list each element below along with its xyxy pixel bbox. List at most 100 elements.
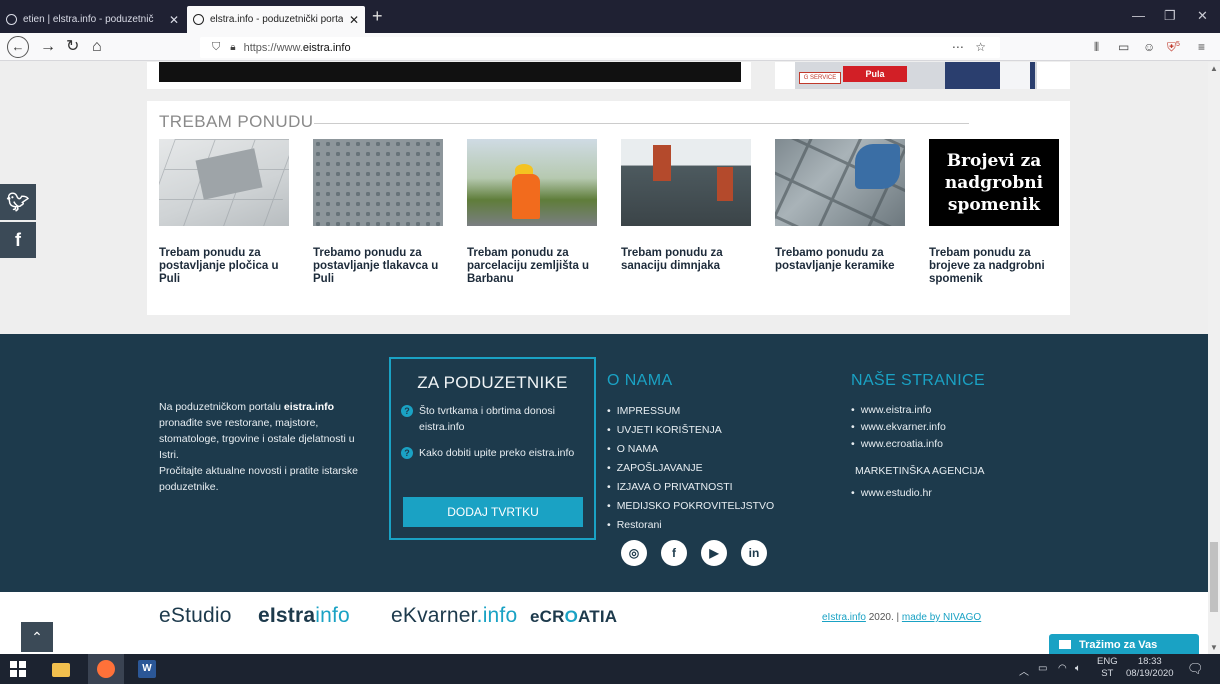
twitter-share-button[interactable]: 🐦︎	[0, 184, 36, 220]
footer-link[interactable]: O NAMA	[607, 440, 827, 459]
surveyor-photo[interactable]	[467, 139, 597, 226]
menu-icon[interactable]: ≡	[1198, 40, 1205, 54]
footer-link[interactable]: UVJETI KORIŠTENJA	[607, 421, 827, 440]
language-indicator[interactable]: ENG ST	[1097, 656, 1118, 680]
za-poduzetnike-box: ZA PODUZETNIKE ? Što tvrtkama i obrtima d…	[389, 357, 596, 540]
footer-link[interactable]: Restorani	[607, 516, 827, 535]
made-by-link[interactable]: made by NIVAGO	[902, 612, 981, 623]
offer-caption[interactable]: Trebamo ponudu za postavljanje keramike	[775, 247, 915, 273]
offer-card[interactable]: Trebam ponudu za sanaciju dimnjaka	[621, 139, 761, 273]
footer-link[interactable]: ZAPOŠLJAVANJE	[607, 459, 827, 478]
ad-card: G SERVICE Pula	[775, 62, 1070, 89]
close-window-icon[interactable]: ✕	[1197, 8, 1208, 24]
ecroatia-logo[interactable]: eCROATIA	[530, 607, 617, 627]
pavers-photo[interactable]	[313, 139, 443, 226]
youtube-icon[interactable]: ▶	[701, 540, 727, 566]
footer-link[interactable]: IZJAVA O PRIVATNOSTI	[607, 478, 827, 497]
linkedin-icon[interactable]: in	[741, 540, 767, 566]
browser-tab[interactable]: etien | elstra.info - poduzetnič ✕	[0, 6, 185, 33]
offer-caption[interactable]: Trebam ponudu za postavljanje pločica u …	[159, 247, 299, 286]
home-button[interactable]: ⌂	[92, 36, 102, 58]
estudio-logo[interactable]: eStudio	[159, 604, 232, 628]
battery-icon[interactable]: ▭	[1038, 663, 1047, 674]
footer-about-links: O NAMA IMPRESSUM UVJETI KORIŠTENJA O NAM…	[607, 372, 827, 535]
page-viewport: G SERVICE Pula 🐦︎ f TREBAM PONUDU Trebam…	[0, 62, 1208, 654]
sidebar-icon[interactable]: ▭	[1118, 40, 1129, 54]
scroll-up-arrow[interactable]: ▲	[1210, 64, 1218, 73]
tracking-shield-icon[interactable]: ⛉	[212, 41, 220, 54]
ad-banner[interactable]: G SERVICE Pula	[795, 62, 1037, 89]
file-explorer-icon[interactable]	[52, 663, 70, 677]
offer-caption[interactable]: Trebam ponudu za brojeve za nadgrobni sp…	[929, 247, 1069, 286]
page-scrollbar[interactable]: ▲ ▼	[1208, 62, 1220, 654]
eistra-logo[interactable]: eIstrainfo	[258, 604, 350, 628]
back-button[interactable]: ←	[7, 36, 29, 58]
offer-card[interactable]: Trebamo ponudu za postavljanje keramike	[775, 139, 915, 273]
scrollbar-thumb[interactable]	[1210, 542, 1218, 612]
ceramic-photo[interactable]	[775, 139, 905, 226]
footer-link[interactable]: www.eistra.info	[851, 402, 1071, 419]
footer-sites-links: NAŠE STRANICE www.eistra.info www.ekvarn…	[851, 372, 1071, 502]
offer-card[interactable]: Brojevi za nadgrobni spomenik Trebam pon…	[929, 139, 1069, 286]
browser-tab-strip: etien | elstra.info - poduzetnič ✕ elstr…	[0, 0, 1220, 33]
browser-tab-active[interactable]: elstra.info - poduzetnički porta ✕	[187, 6, 365, 33]
url-text[interactable]: https://www.eistra.info	[244, 42, 351, 54]
site-footer: Na poduzetničkom portalu eistra.info pro…	[0, 334, 1208, 592]
ekvarner-logo[interactable]: eKvarner.info	[391, 604, 517, 628]
offer-caption[interactable]: Trebamo ponudu za postavljanje tlakavca …	[313, 247, 453, 286]
footer-link[interactable]: www.ecroatia.info	[851, 436, 1071, 453]
tombstone-numbers-image[interactable]: Brojevi za nadgrobni spomenik	[929, 139, 1059, 226]
offer-card[interactable]: Trebam ponudu za parcelaciju zemljišta u…	[467, 139, 607, 286]
agency-title: MARKETINŠKA AGENCIJA	[855, 465, 985, 477]
facebook-icon[interactable]: f	[661, 540, 687, 566]
ublock-icon[interactable]: ⛨5	[1167, 40, 1180, 55]
footer-link[interactable]: IMPRESSUM	[607, 402, 827, 421]
offer-card[interactable]: Trebam ponudu za postavljanje pločica u …	[159, 139, 299, 286]
restore-window-icon[interactable]: ❐	[1164, 8, 1176, 24]
chimney-photo[interactable]	[621, 139, 751, 226]
notifications-icon[interactable]: 🗨︎	[1187, 661, 1204, 677]
facebook-icon: f	[15, 230, 21, 250]
faq-link[interactable]: ? Što tvrtkama i obrtima donosi eistra.in…	[401, 403, 594, 435]
video-frame[interactable]	[159, 62, 741, 82]
close-tab-icon[interactable]: ✕	[169, 13, 179, 27]
add-company-button[interactable]: DODAJ TVRTKU	[403, 497, 583, 527]
facebook-share-button[interactable]: f	[0, 222, 36, 258]
lock-icon[interactable]: 🔒︎	[230, 42, 235, 53]
social-links: ◎ f ▶ in	[621, 540, 767, 566]
wifi-icon[interactable]: ◠	[1058, 663, 1067, 674]
trazimo-za-vas-button[interactable]: Tražimo za Vas	[1049, 634, 1199, 654]
footer-link[interactable]: www.estudio.hr	[851, 485, 1071, 502]
reload-button[interactable]: ↻	[66, 36, 79, 58]
offer-caption[interactable]: Trebam ponudu za parcelaciju zemljišta u…	[467, 247, 607, 286]
close-tab-icon[interactable]: ✕	[349, 13, 359, 27]
za-poduzetnike-title: ZA PODUZETNIKE	[417, 373, 568, 392]
footer-link[interactable]: MEDIJSKO POKROVITELJSTVO	[607, 497, 827, 516]
system-clock[interactable]: 18:33 08/19/2020	[1126, 656, 1174, 680]
tiles-photo[interactable]	[159, 139, 289, 226]
firefox-icon[interactable]	[97, 660, 115, 678]
minimize-window-icon[interactable]: —	[1132, 8, 1145, 23]
account-icon[interactable]: ☺	[1143, 40, 1155, 54]
offer-caption[interactable]: Trebam ponudu za sanaciju dimnjaka	[621, 247, 761, 273]
new-tab-button[interactable]: +	[372, 6, 383, 26]
offer-card[interactable]: Trebamo ponudu za postavljanje tlakavca …	[313, 139, 453, 286]
word-icon[interactable]: W	[138, 660, 156, 678]
copyright-link[interactable]: eIstra.info	[822, 612, 866, 623]
forward-button[interactable]: →	[40, 36, 56, 58]
library-icon[interactable]: ⫴	[1094, 40, 1099, 55]
copyright: eIstra.info 2020. | made by NIVAGO	[822, 612, 982, 623]
instagram-icon[interactable]: ◎	[621, 540, 647, 566]
footer-link[interactable]: www.ekvarner.info	[851, 419, 1071, 436]
page-actions[interactable]: ⋯ ☆	[952, 40, 990, 54]
scroll-down-arrow[interactable]: ▼	[1210, 643, 1218, 652]
tray-chevron-icon[interactable]: ︿	[1019, 663, 1029, 678]
faq-link[interactable]: ? Kako dobiti upite preko eistra.info	[401, 445, 594, 461]
address-bar[interactable]: ⛉ 🔒︎ https://www.eistra.info ⋯ ☆	[200, 37, 1000, 58]
windows-start-icon[interactable]	[10, 661, 26, 677]
section-title: TREBAM PONUDU	[159, 112, 314, 131]
scroll-to-top-button[interactable]: ⌃	[21, 622, 53, 652]
twitter-icon: 🐦︎	[6, 192, 30, 212]
volume-icon[interactable]: 🔈︎	[1075, 663, 1081, 674]
footer-column-title: O NAMA	[607, 372, 673, 389]
